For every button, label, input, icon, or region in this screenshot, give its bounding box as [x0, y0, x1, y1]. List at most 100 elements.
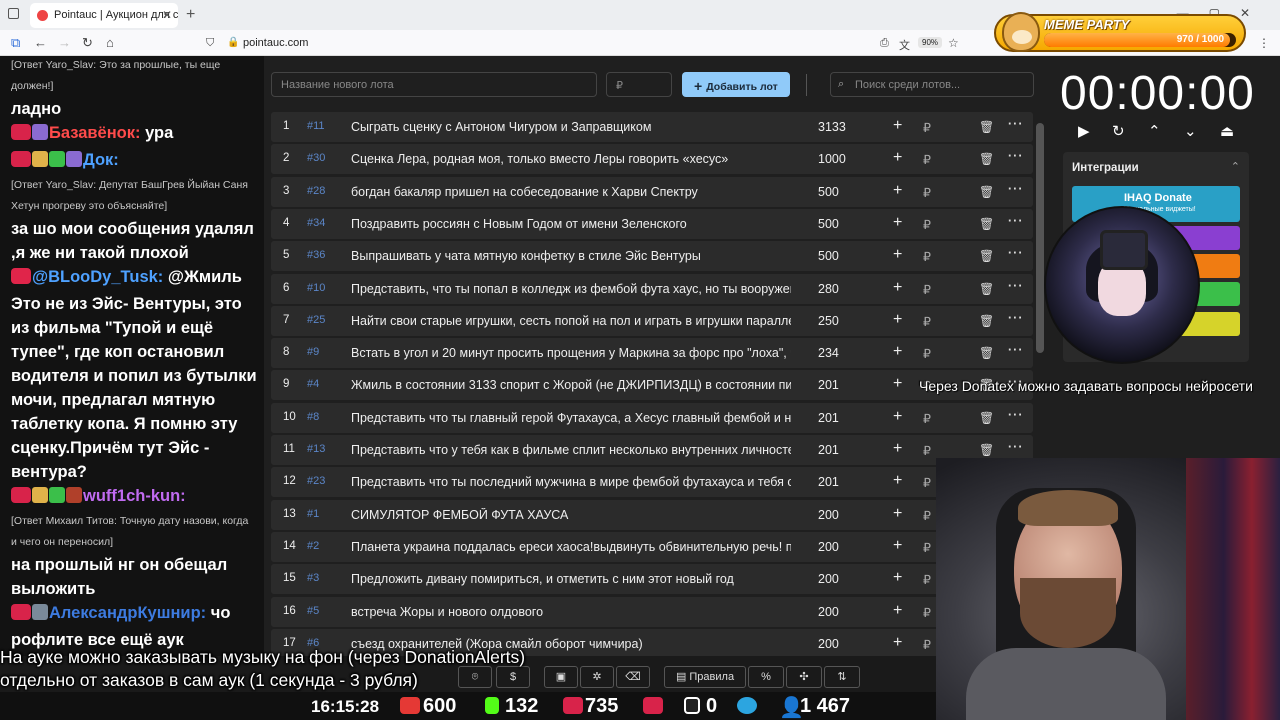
- back-icon[interactable]: ←: [34, 35, 47, 50]
- trash-icon[interactable]: 🗑: [979, 443, 994, 457]
- trash-icon[interactable]: 🗑: [979, 152, 994, 166]
- zoom-level[interactable]: 90%: [918, 37, 943, 48]
- bookmark-star-icon[interactable]: ☆: [948, 36, 959, 50]
- sort-button[interactable]: ⇅: [824, 666, 860, 688]
- lot-row[interactable]: 6 #10 Представить, что ты попал в колледж …: [271, 273, 1033, 304]
- lot-row[interactable]: 13#1СИМУЛЯТОР ФЕМБОЙ ФУТА ХАУСА200+₽🗑···: [271, 499, 1033, 530]
- reader-icon[interactable]: ⎙: [880, 37, 889, 50]
- add-amount-icon[interactable]: +: [893, 182, 902, 200]
- add-amount-icon[interactable]: +: [893, 440, 902, 458]
- lot-row[interactable]: 16#5встреча Жоры и нового олдового200+₽🗑…: [271, 596, 1033, 627]
- chevron-up-icon[interactable]: ⌃: [1148, 122, 1161, 140]
- add-amount-icon[interactable]: +: [893, 117, 902, 135]
- lot-row[interactable]: 2 #30 Сценка Лера, родная моя, только вмес…: [271, 144, 1033, 175]
- bug-button[interactable]: ✲: [580, 666, 614, 688]
- chat-username[interactable]: @BLooDy_Tusk:: [32, 268, 163, 286]
- trash-icon[interactable]: 🗑: [979, 120, 994, 134]
- add-amount-icon[interactable]: +: [893, 375, 902, 393]
- chat-username[interactable]: АлександрКушнир:: [49, 604, 206, 622]
- lot-list-scrollbar[interactable]: [1036, 123, 1044, 353]
- lot-row[interactable]: 8 #9 Встать в угол и 20 минут просить прощ…: [271, 338, 1033, 369]
- save-button[interactable]: ▣: [544, 666, 578, 688]
- lot-row[interactable]: 10 #8 Представить что ты главный герой Фут…: [271, 402, 1033, 433]
- lot-amount[interactable]: 200: [818, 637, 839, 651]
- home-icon[interactable]: ⌂: [106, 35, 114, 50]
- more-icon[interactable]: ···: [1008, 182, 1024, 196]
- add-amount-icon[interactable]: +: [893, 149, 902, 167]
- lot-amount[interactable]: 200: [818, 572, 839, 586]
- trash-icon[interactable]: 🗑: [979, 217, 994, 231]
- lot-row[interactable]: 11 #13 Представить что у тебя как в фильме…: [271, 435, 1033, 465]
- tab-close-icon[interactable]: ✕: [162, 8, 172, 22]
- lot-amount[interactable]: 200: [818, 605, 839, 619]
- more-icon[interactable]: ···: [1008, 246, 1024, 260]
- more-icon[interactable]: ···: [1008, 311, 1024, 325]
- lot-row[interactable]: 15 #3 Предложить дивану помириться, и отме…: [271, 564, 1033, 595]
- chevron-down-icon[interactable]: ⌄: [1184, 122, 1197, 140]
- lot-amount[interactable]: 201: [818, 443, 839, 457]
- lot-name-input[interactable]: Название нового лота: [271, 72, 597, 97]
- add-amount-icon[interactable]: +: [893, 634, 902, 652]
- add-amount-icon[interactable]: +: [893, 537, 902, 555]
- lot-name[interactable]: Предложить дивану помириться, и отметить…: [351, 572, 791, 586]
- sidebar-toggle-icon[interactable]: ⧉: [11, 35, 20, 51]
- lot-amount[interactable]: 280: [818, 282, 839, 296]
- lot-name[interactable]: богдан бакаляр пришел на собеседование к…: [351, 185, 791, 199]
- tab-list-icon[interactable]: [8, 8, 19, 19]
- lot-amount[interactable]: 200: [818, 540, 839, 554]
- trash-icon[interactable]: 🗑: [979, 282, 994, 296]
- trash-icon[interactable]: 🗑: [979, 185, 994, 199]
- play-icon[interactable]: ▶: [1078, 122, 1090, 140]
- lot-amount[interactable]: 201: [818, 475, 839, 489]
- lot-name[interactable]: Жмиль в состоянии 3133 спорит с Жорой (н…: [351, 378, 791, 392]
- lot-row[interactable]: 14 #2 Планета украина поддалась ереси хаос…: [271, 531, 1033, 562]
- split-button[interactable]: ✣: [786, 666, 822, 688]
- lot-name[interactable]: Встать в угол и 20 минут просить прощени…: [351, 346, 791, 360]
- forward-icon[interactable]: →: [58, 35, 71, 50]
- lot-search-input[interactable]: ⌕ Поиск среди лотов...: [830, 72, 1034, 97]
- reset-icon[interactable]: ↻: [1112, 122, 1125, 140]
- lot-amount-input[interactable]: ₽: [606, 72, 672, 97]
- lot-row[interactable]: 5 #36 Выпрашивать у чата мятную конфетку в…: [271, 241, 1033, 272]
- clear-button[interactable]: ⌫: [616, 666, 650, 688]
- close-window-icon[interactable]: ✕: [1240, 6, 1270, 20]
- chat-username[interactable]: Док:: [83, 151, 119, 169]
- lot-name[interactable]: Представить что ты главный герой Футахау…: [351, 411, 791, 425]
- add-amount-icon[interactable]: +: [893, 569, 902, 587]
- lot-row[interactable]: 4 #34 Поздравить россиян с Новым Годом от …: [271, 208, 1033, 239]
- lot-row[interactable]: 12 #23 Представить что ты последний мужчин…: [271, 467, 1033, 498]
- add-amount-icon[interactable]: +: [893, 408, 902, 426]
- add-amount-icon[interactable]: +: [893, 505, 902, 523]
- lot-name[interactable]: Найти свои старые игрушки, сесть попой н…: [351, 314, 791, 328]
- lot-name[interactable]: Представить что у тебя как в фильме спли…: [351, 443, 791, 457]
- new-tab-button[interactable]: +: [186, 6, 195, 24]
- add-amount-icon[interactable]: +: [893, 214, 902, 232]
- lot-amount[interactable]: 200: [818, 508, 839, 522]
- more-icon[interactable]: ···: [1008, 440, 1024, 454]
- lot-row[interactable]: 7 #25 Найти свои старые игрушки, сесть поп…: [271, 305, 1033, 336]
- add-amount-icon[interactable]: +: [893, 279, 902, 297]
- lot-amount[interactable]: 234: [818, 346, 839, 360]
- lot-name[interactable]: СИМУЛЯТОР ФЕМБОЙ ФУТА ХАУСА: [351, 508, 791, 522]
- lot-amount[interactable]: 500: [818, 249, 839, 263]
- lot-name[interactable]: Представить что ты последний мужчина в м…: [351, 475, 791, 489]
- lot-name[interactable]: встреча Жоры и нового олдового: [351, 605, 791, 619]
- add-amount-icon[interactable]: +: [893, 472, 902, 490]
- lot-amount[interactable]: 201: [818, 411, 839, 425]
- lot-name[interactable]: Планета украина поддалась ереси хаоса!вы…: [351, 540, 791, 554]
- more-icon[interactable]: ···: [1008, 408, 1024, 422]
- lot-row[interactable]: 1 #11 Сыграть сценку с Антоном Чигуром и З…: [271, 112, 1033, 142]
- add-amount-icon[interactable]: +: [893, 343, 902, 361]
- add-lot-button[interactable]: + Добавить лот: [682, 72, 790, 97]
- percent-button[interactable]: %: [748, 666, 784, 688]
- more-icon[interactable]: ···: [1008, 117, 1024, 131]
- lot-amount[interactable]: 3133: [818, 120, 846, 134]
- lot-amount[interactable]: 500: [818, 217, 839, 231]
- collapse-icon[interactable]: ⏏: [1220, 122, 1234, 140]
- add-amount-icon[interactable]: +: [893, 602, 902, 620]
- chat-username[interactable]: wuff1ch-kun:: [83, 487, 186, 505]
- more-icon[interactable]: ···: [1008, 279, 1024, 293]
- lot-name[interactable]: Сыграть сценку с Антоном Чигуром и Запра…: [351, 120, 791, 134]
- lot-amount[interactable]: 201: [818, 378, 839, 392]
- more-icon[interactable]: ···: [1008, 149, 1024, 163]
